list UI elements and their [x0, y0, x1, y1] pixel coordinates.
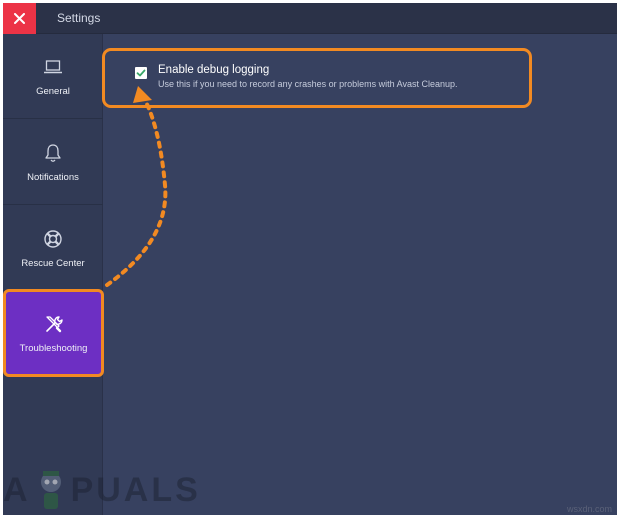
sidebar-item-label: Troubleshooting: [19, 342, 88, 354]
mascot-icon: [40, 471, 61, 509]
sidebar-item-label: Rescue Center: [21, 257, 85, 269]
sidebar-item-troubleshooting[interactable]: Troubleshooting: [3, 289, 104, 377]
sidebar-item-label: General: [36, 85, 70, 97]
option-title: Enable debug logging: [158, 64, 270, 76]
debug-logging-option: Enable debug logging Use this if you nee…: [102, 48, 532, 108]
bell-icon: [42, 142, 64, 164]
tools-icon: [43, 313, 65, 335]
sidebar-item-general[interactable]: General: [3, 34, 103, 119]
site-watermark: wsxdn.com: [566, 504, 612, 514]
option-description: Use this if you need to record any crash…: [158, 79, 458, 89]
debug-logging-checkbox[interactable]: [135, 67, 147, 79]
lifebuoy-icon: [42, 228, 64, 250]
sidebar-item-label: Notifications: [27, 171, 79, 183]
sidebar-item-notifications[interactable]: Notifications: [3, 120, 103, 205]
watermark-prefix: A: [3, 470, 31, 509]
checkmark-icon: [136, 69, 146, 77]
sidebar-item-rescue-center[interactable]: Rescue Center: [3, 206, 103, 291]
settings-window: Settings General Notifications Rescue Ce…: [3, 3, 617, 515]
sidebar: General Notifications Rescue Center Trou…: [3, 34, 104, 515]
close-button[interactable]: [3, 3, 36, 34]
close-icon: [14, 13, 25, 24]
title-bar: Settings: [3, 3, 617, 34]
watermark: A PUALS: [3, 462, 201, 518]
window-title: Settings: [57, 11, 101, 25]
laptop-icon: [42, 56, 64, 78]
watermark-suffix: PUALS: [70, 470, 201, 509]
